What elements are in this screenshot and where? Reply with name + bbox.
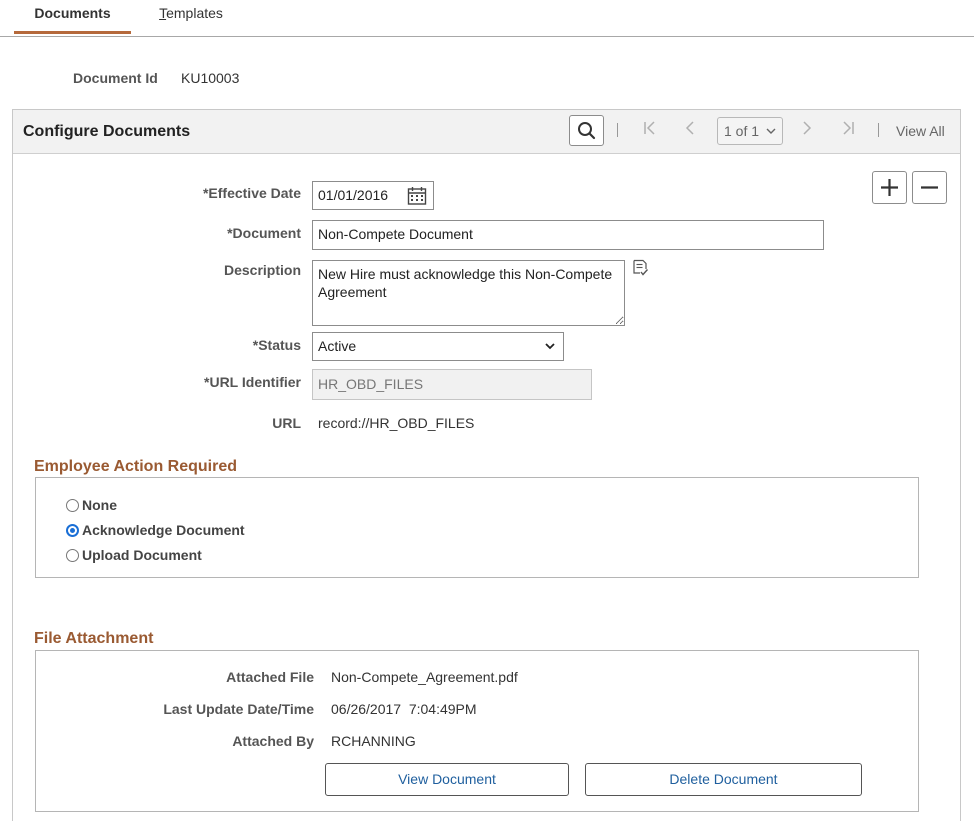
tab-bar: Documents Templates	[0, 0, 974, 37]
view-document-button[interactable]: View Document	[325, 763, 569, 796]
next-page-icon[interactable]	[801, 120, 813, 141]
document-field[interactable]: Non-Compete Document	[312, 220, 824, 250]
plus-icon	[881, 179, 898, 196]
description-label: Description	[223, 262, 301, 278]
document-id-label: Document Id	[73, 70, 158, 86]
employee-action-title: Employee Action Required	[34, 458, 237, 475]
last-page-icon[interactable]	[841, 120, 855, 141]
chevron-down-icon	[544, 333, 556, 370]
file-attachment-group: Attached File Non-Compete_Agreement.pdf …	[35, 650, 919, 812]
effective-date-field[interactable]: 01/01/2016	[312, 181, 434, 210]
page-selector[interactable]: 1 of 1	[717, 117, 783, 145]
document-label: *Document	[227, 225, 301, 241]
effective-date-label: *Effective Date	[202, 185, 301, 201]
toolbar-separator	[878, 123, 879, 137]
view-all-link[interactable]: View All	[896, 123, 945, 139]
attached-file-value: Non-Compete_Agreement.pdf	[331, 669, 518, 685]
panel-header: Configure Documents 1 of 1 View All	[13, 110, 960, 154]
add-row-button[interactable]	[872, 171, 907, 204]
previous-page-icon[interactable]	[684, 120, 696, 141]
tab-documents[interactable]: Documents	[14, 0, 131, 34]
effective-date-value: 01/01/2016	[318, 187, 389, 203]
page-indicator: 1 of 1	[724, 123, 760, 139]
delete-row-button[interactable]	[912, 171, 947, 204]
spell-check-icon[interactable]	[632, 259, 649, 279]
last-update-value: 06/26/2017 7:04:49PM	[331, 701, 477, 717]
attached-file-label: Attached File	[226, 669, 314, 685]
toolbar-separator	[617, 123, 618, 137]
tab-templates-label: emplates	[166, 5, 223, 21]
url-identifier-label: *URL Identifier	[204, 374, 301, 390]
delete-document-button[interactable]: Delete Document	[585, 763, 862, 796]
chevron-down-icon	[766, 118, 776, 154]
document-id-value: KU10003	[181, 70, 240, 86]
radio-acknowledge-document[interactable]: Acknowledge Document	[66, 522, 245, 538]
radio-label: Acknowledge Document	[82, 522, 245, 538]
calendar-icon[interactable]	[407, 186, 427, 215]
last-update-label: Last Update Date/Time	[163, 701, 314, 717]
radio-none[interactable]: None	[66, 497, 117, 513]
url-identifier-field: HR_OBD_FILES	[312, 369, 592, 400]
description-textarea[interactable]	[312, 260, 625, 326]
radio-button-selected[interactable]	[66, 524, 79, 537]
panel-title: Configure Documents	[23, 123, 191, 140]
url-value: record://HR_OBD_FILES	[318, 415, 475, 431]
attached-by-label: Attached By	[232, 733, 314, 749]
first-page-icon[interactable]	[643, 120, 657, 141]
minus-icon	[921, 186, 938, 189]
attached-by-value: RCHANNING	[331, 733, 416, 749]
radio-label: Upload Document	[82, 547, 202, 563]
file-attachment-title: File Attachment	[34, 630, 154, 647]
employee-action-group: None Acknowledge Document Upload Documen…	[35, 477, 919, 578]
search-icon	[578, 122, 596, 140]
radio-upload-document[interactable]: Upload Document	[66, 547, 202, 563]
radio-button[interactable]	[66, 499, 79, 512]
url-label: URL	[272, 415, 301, 431]
status-value: Active	[318, 338, 357, 354]
radio-label: None	[82, 497, 117, 513]
tab-templates[interactable]: Templates	[150, 0, 232, 34]
status-select[interactable]: Active	[312, 332, 564, 361]
radio-button[interactable]	[66, 549, 79, 562]
status-label: *Status	[252, 337, 301, 353]
search-button[interactable]	[569, 115, 604, 146]
